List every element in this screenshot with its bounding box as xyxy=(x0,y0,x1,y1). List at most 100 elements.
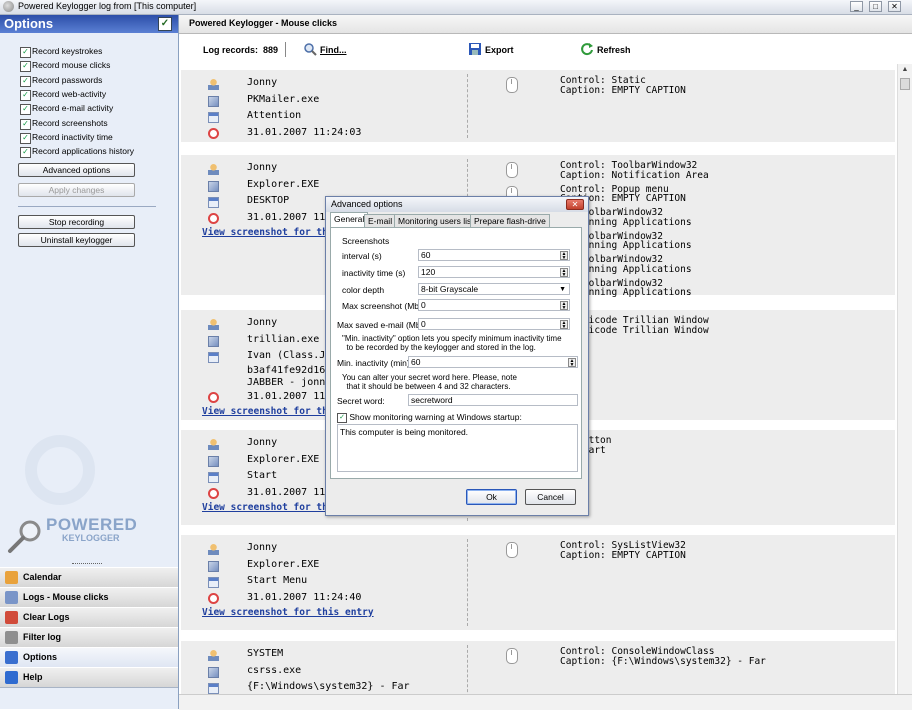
clock-icon xyxy=(208,391,219,403)
max-email-field[interactable]: 0 ▲ ▼ xyxy=(418,318,570,330)
tab-prepare-flash-drive[interactable]: Prepare flash-drive xyxy=(470,214,550,227)
checkbox-box[interactable]: ✓ xyxy=(20,147,31,159)
click-caption: Caption: EMPTY CAPTION xyxy=(560,84,686,96)
max-email-spinner[interactable]: ▲ ▼ xyxy=(560,320,568,330)
entry-window: DESKTOP xyxy=(247,195,290,206)
logo-brand: POWERED xyxy=(46,515,138,534)
tab-email[interactable]: E-mail xyxy=(364,214,397,227)
nav-item-label: Calendar xyxy=(23,572,62,582)
secret-word-field[interactable]: secretword xyxy=(408,394,578,406)
max-screenshot-field[interactable]: 0 ▲ ▼ xyxy=(418,299,570,311)
refresh-icon xyxy=(581,43,593,56)
nav-item-help[interactable]: Help xyxy=(0,667,178,688)
refresh-label: Refresh xyxy=(597,45,631,55)
options-header: Options ✓ xyxy=(0,15,178,33)
application-icon xyxy=(208,335,219,347)
log-toolbar: Log records: 889 Find... Export Refresh xyxy=(179,34,912,64)
max-screenshot-label: Max screenshot (Mb) xyxy=(342,301,422,311)
nav-item-label: Help xyxy=(23,672,43,682)
user-icon xyxy=(208,319,219,330)
color-depth-select[interactable]: 8-bit Grayscale ▼ xyxy=(418,283,570,295)
entry-user: SYSTEM xyxy=(247,648,284,659)
checkbox-box[interactable]: ✓ xyxy=(20,104,31,116)
nav-item-clear-logs[interactable]: Clear Logs xyxy=(0,607,178,628)
nav-item-options[interactable]: Options xyxy=(0,647,178,668)
nav-item-logs-mouse-clicks[interactable]: Logs - Mouse clicks xyxy=(0,587,178,608)
entry-window: Start Menu xyxy=(247,575,308,586)
warning-checkbox[interactable]: ✓ Show monitoring warning at Windows sta… xyxy=(337,412,522,423)
checkbox-box[interactable]: ✓ xyxy=(20,61,31,73)
checkbox-label: Record applications history xyxy=(32,146,135,157)
ok-button[interactable]: Ok xyxy=(466,489,517,505)
interval-spinner[interactable]: ▲ ▼ xyxy=(560,251,568,261)
magnifier-logo-icon xyxy=(8,520,41,553)
warning-text-area[interactable]: This computer is being monitored. xyxy=(337,424,578,472)
inactivity-spinner[interactable]: ▲ ▼ xyxy=(560,268,568,278)
vertical-scrollbar[interactable]: ▲ xyxy=(897,64,912,694)
checkbox-box[interactable]: ✓ xyxy=(20,132,31,144)
view-screenshot-link[interactable]: View screenshot for this entry xyxy=(202,607,374,618)
mouse-icon xyxy=(506,77,518,93)
clock-icon xyxy=(208,487,219,499)
maximize-button[interactable]: □ xyxy=(869,1,882,12)
entry-app: trillian.exe xyxy=(247,333,320,345)
minimize-button[interactable]: _ xyxy=(850,1,863,12)
user-icon xyxy=(208,650,219,661)
window-icon xyxy=(208,577,219,588)
checkbox-box[interactable]: ✓ xyxy=(20,118,31,130)
click-caption: Caption: Notification Area xyxy=(560,169,709,181)
application-icon xyxy=(208,560,219,572)
checkbox-label: Record keystrokes xyxy=(32,46,103,56)
max-email-label: Max saved e-mail (Mb) xyxy=(337,320,424,330)
nav-item-calendar[interactable]: Calendar xyxy=(0,567,178,588)
cancel-button[interactable]: Cancel xyxy=(525,489,576,505)
log-records-label: Log records: 889 xyxy=(203,45,279,55)
scroll-thumb[interactable] xyxy=(900,78,910,90)
inactivity-time-label: inactivity time (s) xyxy=(342,268,406,278)
log-title: Powered Keylogger - Mouse clicks xyxy=(189,18,338,28)
checkbox-label: Record inactivity time xyxy=(32,131,113,142)
interval-field[interactable]: 60 ▲ ▼ xyxy=(418,249,570,261)
nav-item-label: Logs - Mouse clicks xyxy=(23,592,109,602)
apply-changes-button[interactable]: Apply changes xyxy=(18,183,135,197)
document-icon xyxy=(5,591,18,604)
min-inactivity-spinner[interactable]: ▲ ▼ xyxy=(568,358,576,368)
calendar-icon xyxy=(5,571,18,584)
max-screenshot-spinner[interactable]: ▲ ▼ xyxy=(560,301,568,311)
window-icon xyxy=(208,683,219,694)
checkbox-box[interactable]: ✓ xyxy=(20,89,31,101)
entry-window: {F:\Windows\system32} - Far xyxy=(247,681,410,692)
user-icon xyxy=(208,544,219,555)
log-entry: SYSTEM csrss.exe {F:\Windows\system32} - F… xyxy=(181,641,895,694)
log-header: Powered Keylogger - Mouse clicks xyxy=(179,15,912,34)
checkbox-box[interactable]: ✓ xyxy=(20,47,31,58)
chevron-down-icon: ▼ xyxy=(559,286,566,293)
nav-item-filter-log[interactable]: Filter log xyxy=(0,627,178,648)
entry-app: Explorer.EXE xyxy=(247,558,320,570)
dialog-title: Advanced options xyxy=(331,199,403,209)
dialog-close-icon[interactable]: ✕ xyxy=(566,199,584,210)
advanced-options-button[interactable]: Advanced options xyxy=(18,163,135,177)
scroll-up-icon[interactable]: ▲ xyxy=(900,66,910,74)
tab-general[interactable]: General xyxy=(330,212,369,228)
logo-sub: KEYLOGGER xyxy=(62,533,120,543)
checkbox-box[interactable]: ✓ xyxy=(20,75,31,87)
entry-user: Jonny xyxy=(247,162,278,173)
uninstall-keylogger-button[interactable]: Uninstall keylogger xyxy=(18,233,135,247)
window-title-bar: Powered Keylogger log from [This compute… xyxy=(0,0,912,15)
stop-recording-button[interactable]: Stop recording xyxy=(18,215,135,229)
application-icon xyxy=(208,95,219,107)
tab-monitoring-users[interactable]: Monitoring users list xyxy=(394,214,478,227)
close-button[interactable]: ✕ xyxy=(888,1,901,12)
min-inactivity-field[interactable]: 60 ▲ ▼ xyxy=(408,356,578,368)
inactivity-time-field[interactable]: 120 ▲ ▼ xyxy=(418,266,570,278)
user-icon xyxy=(208,439,219,450)
checkmark-icon xyxy=(5,651,18,664)
horizontal-scrollbar[interactable] xyxy=(179,694,912,710)
screenshots-group-label: Screenshots xyxy=(342,236,390,246)
warning-checkbox-box[interactable]: ✓ xyxy=(337,412,347,423)
save-disk-icon xyxy=(469,43,481,55)
entry-window: Start xyxy=(247,470,278,481)
advanced-options-dialog: Advanced options ✕ General E-mail Monito… xyxy=(325,196,589,516)
find-label: Find... xyxy=(320,45,347,55)
